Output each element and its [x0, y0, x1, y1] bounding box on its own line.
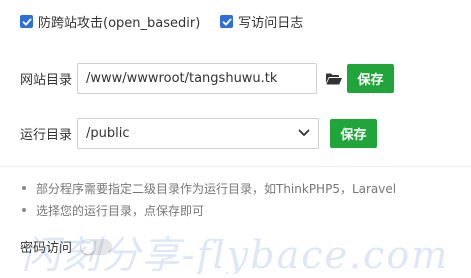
tip-item: 部分程序需要指定二级目录作为运行目录，如ThinkPHP5，Laravel: [22, 177, 396, 199]
site-dir-save-button[interactable]: 保存: [347, 64, 394, 93]
checkmark-icon: [22, 18, 31, 25]
tips-list: 部分程序需要指定二级目录作为运行目录，如ThinkPHP5，Laravel 选择…: [22, 177, 396, 221]
password-access-label: 密码访问: [20, 241, 73, 256]
anti-xss-label: 防跨站攻击(open_basedir): [38, 16, 201, 31]
access-log-checkbox[interactable]: [220, 15, 234, 28]
options-row: 防跨站攻击(open_basedir) 写访问日志: [20, 12, 323, 31]
bullet-icon: [22, 186, 26, 190]
run-dir-select[interactable]: /public: [77, 118, 319, 149]
tip-text: 选择您的运行目录，点保存即可: [36, 203, 205, 218]
folder-open-icon[interactable]: [325, 71, 343, 87]
run-dir-save-button[interactable]: 保存: [330, 119, 377, 148]
checkmark-icon: [222, 18, 232, 25]
access-log-option[interactable]: 写访问日志: [220, 12, 303, 31]
site-settings-panel: 防跨站攻击(open_basedir) 写访问日志 网站目录 保存 运行目录 /…: [0, 0, 471, 278]
password-access-row: 密码访问: [20, 237, 113, 256]
anti-xss-option[interactable]: 防跨站攻击(open_basedir): [20, 12, 200, 31]
bullet-icon: [22, 208, 26, 212]
divider: [0, 166, 471, 167]
site-dir-row: 网站目录 保存: [20, 63, 394, 94]
toggle-knob: [81, 239, 96, 254]
tip-item: 选择您的运行目录，点保存即可: [22, 199, 396, 221]
run-dir-label: 运行目录: [20, 128, 73, 143]
password-access-toggle[interactable]: [80, 238, 113, 255]
run-dir-row: 运行目录 /public 保存: [20, 118, 377, 149]
run-dir-selected-value: /public: [86, 126, 130, 141]
chevron-down-icon: [298, 126, 310, 141]
tip-text: 部分程序需要指定二级目录作为运行目录，如ThinkPHP5，Laravel: [36, 181, 397, 196]
site-dir-label: 网站目录: [20, 73, 73, 88]
site-dir-input[interactable]: [77, 63, 317, 94]
access-log-label: 写访问日志: [238, 16, 304, 31]
anti-xss-checkbox[interactable]: [20, 15, 33, 28]
